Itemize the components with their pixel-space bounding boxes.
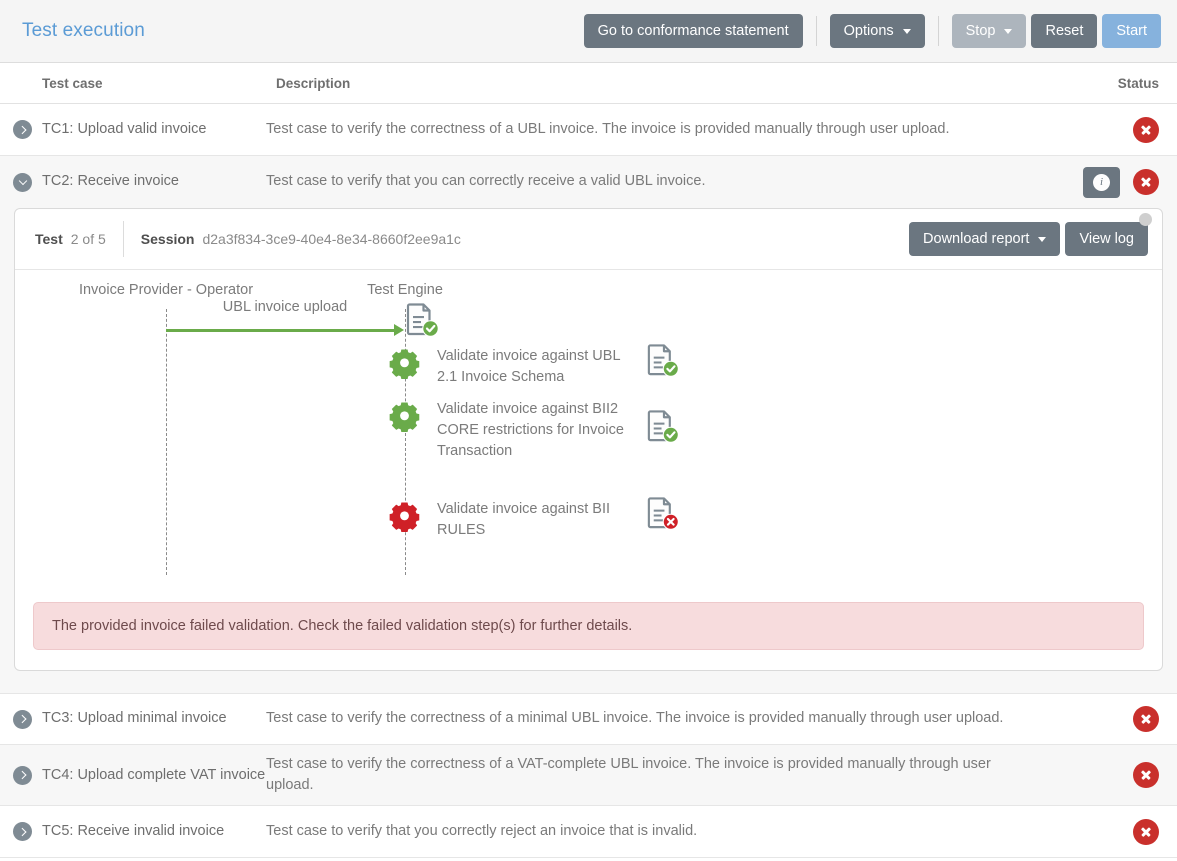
status-failed-icon[interactable] <box>1133 819 1159 845</box>
document-success-icon[interactable] <box>403 301 441 344</box>
table-row[interactable]: TC3: Upload minimal invoice Test case to… <box>0 693 1177 745</box>
column-header-description: Description <box>276 76 1041 91</box>
step-label: Validate invoice against UBL 2.1 Invoice… <box>437 346 637 388</box>
run-controls: Stop Reset Start <box>952 14 1161 48</box>
step-label: Validate invoice against BII2 CORE restr… <box>437 399 637 462</box>
message-arrow-line <box>166 329 397 332</box>
actor-label-provider: Invoice Provider - Operator <box>79 282 253 298</box>
test-case-status <box>1041 117 1159 143</box>
stop-button-label: Stop <box>966 14 996 48</box>
test-case-description: Test case to verify the correctness of a… <box>266 119 1041 140</box>
toolbar-divider-2 <box>938 16 939 46</box>
chevron-right-icon[interactable] <box>13 710 32 729</box>
download-report-button-label: Download report <box>923 222 1029 256</box>
test-case-description: Test case to verify that you can correct… <box>266 171 1041 192</box>
gear-success-icon[interactable] <box>388 346 421 384</box>
test-case-status <box>1041 819 1159 845</box>
gear-success-icon[interactable] <box>388 399 421 437</box>
lifeline-provider <box>166 309 167 575</box>
test-case-description: Test case to verify the correctness of a… <box>266 708 1041 729</box>
session-id-label: Session <box>141 231 195 247</box>
chevron-down-icon[interactable] <box>13 173 32 192</box>
session-id: Session d2a3f834-3ce9-40e4-8e34-8660f2ee… <box>141 231 461 247</box>
session-panel-header: Test 2 of 5 Session d2a3f834-3ce9-40e4-8… <box>15 209 1162 270</box>
download-report-button[interactable]: Download report <box>909 222 1060 256</box>
table-row[interactable]: TC4: Upload complete VAT invoice Test ca… <box>0 745 1177 806</box>
test-case-name: TC1: Upload valid invoice <box>32 119 266 140</box>
validation-error-message: The provided invoice failed validation. … <box>33 602 1144 650</box>
table-row[interactable]: TC1: Upload valid invoice Test case to v… <box>0 104 1177 156</box>
table-header: Test case Description Status <box>0 63 1177 104</box>
status-failed-icon[interactable] <box>1133 169 1159 195</box>
session-panel-buttons: Download report View log <box>909 222 1148 256</box>
session-id-value: d2a3f834-3ce9-40e4-8e34-8660f2ee9a1c <box>202 231 460 247</box>
table-row[interactable]: TC2: Receive invoice Test case to verify… <box>0 156 1177 208</box>
column-header-test-case: Test case <box>42 76 276 91</box>
test-counter-label: Test <box>35 231 63 247</box>
report-success-icon[interactable] <box>644 342 681 384</box>
chevron-down-icon <box>1038 237 1046 242</box>
test-case-name: TC5: Receive invalid invoice <box>32 821 266 842</box>
test-counter: Test 2 of 5 <box>35 231 106 247</box>
session-panel-wrapper: Test 2 of 5 Session d2a3f834-3ce9-40e4-8… <box>0 208 1177 687</box>
report-success-icon[interactable] <box>644 408 681 450</box>
test-case-status: i <box>1041 167 1159 198</box>
column-header-status: Status <box>1041 76 1159 91</box>
options-button[interactable]: Options <box>830 14 925 48</box>
chevron-down-icon <box>903 29 911 34</box>
go-to-conformance-statement-button[interactable]: Go to conformance statement <box>584 14 803 48</box>
test-case-status <box>1041 762 1159 788</box>
info-icon: i <box>1093 174 1110 191</box>
session-panel-divider <box>123 221 124 257</box>
message-label: UBL invoice upload <box>223 299 347 315</box>
toolbar-divider-1 <box>816 16 817 46</box>
view-log-button[interactable]: View log <box>1065 222 1148 256</box>
chevron-right-icon[interactable] <box>13 120 32 139</box>
test-case-name: TC4: Upload complete VAT invoice <box>32 765 266 786</box>
test-counter-value: 2 of 5 <box>71 231 106 247</box>
top-toolbar: Test execution Go to conformance stateme… <box>0 0 1177 63</box>
chevron-right-icon[interactable] <box>13 822 32 841</box>
page-title: Test execution <box>22 20 145 42</box>
test-case-description: Test case to verify that you correctly r… <box>266 821 1041 842</box>
test-case-name: TC3: Upload minimal invoice <box>32 708 266 729</box>
status-failed-icon[interactable] <box>1133 117 1159 143</box>
table-row[interactable]: TC5: Receive invalid invoice Test case t… <box>0 806 1177 858</box>
chevron-right-icon[interactable] <box>13 766 32 785</box>
sequence-diagram: Invoice Provider - Operator Test Engine … <box>15 270 1162 590</box>
gear-failure-icon[interactable] <box>388 499 421 537</box>
step-label: Validate invoice against BII RULES <box>437 499 637 541</box>
options-button-label: Options <box>844 14 894 48</box>
test-case-status <box>1041 706 1159 732</box>
test-execution-page: Test execution Go to conformance stateme… <box>0 0 1177 861</box>
start-button[interactable]: Start <box>1102 14 1161 48</box>
session-panel: Test 2 of 5 Session d2a3f834-3ce9-40e4-8… <box>14 208 1163 671</box>
stop-button[interactable]: Stop <box>952 14 1027 48</box>
info-button[interactable]: i <box>1083 167 1120 198</box>
reset-button[interactable]: Reset <box>1031 14 1097 48</box>
notification-badge-icon <box>1139 213 1152 226</box>
test-case-description: Test case to verify the correctness of a… <box>266 754 1041 796</box>
status-failed-icon[interactable] <box>1133 706 1159 732</box>
chevron-down-icon <box>1004 29 1012 34</box>
test-case-name: TC2: Receive invoice <box>32 171 266 192</box>
report-failure-icon[interactable] <box>644 495 681 537</box>
actor-label-test-engine: Test Engine <box>367 282 443 298</box>
status-failed-icon[interactable] <box>1133 762 1159 788</box>
